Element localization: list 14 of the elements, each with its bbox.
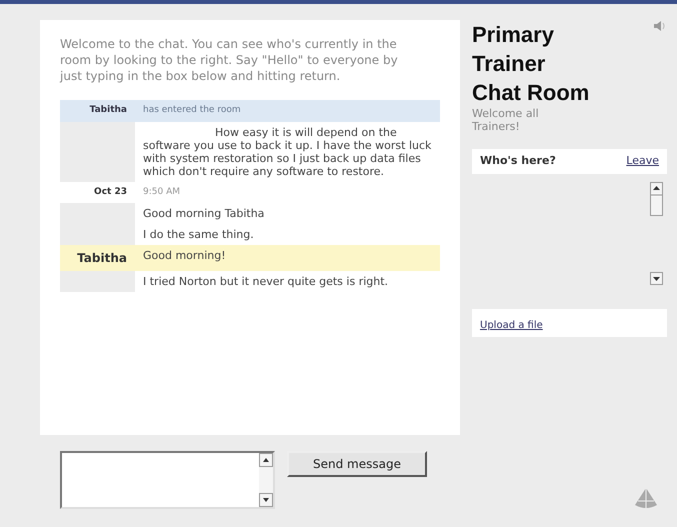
send-button[interactable]: Send message	[287, 451, 427, 477]
message-cell: has entered the room	[135, 100, 440, 122]
upload-link[interactable]: Upload a file	[480, 320, 543, 330]
sender-cell: Tabitha	[60, 245, 135, 271]
who-heading: Who's here?	[480, 153, 556, 169]
leave-link[interactable]: Leave	[626, 153, 659, 170]
message-input[interactable]	[60, 451, 275, 509]
room-subtitle: Welcome all Trainers!	[472, 107, 540, 133]
message-cell: Good morning!	[135, 245, 440, 271]
scrollbar[interactable]	[259, 453, 273, 507]
welcome-text: Welcome to the chat. You can see who's currently in the room by looking to the right. Say "Hello" to everyone by just typing in the box below and hitting return.	[60, 36, 399, 84]
pyramid-icon	[633, 487, 659, 509]
sender-cell: Tabitha	[60, 100, 135, 122]
room-title: Primary Trainer Chat Room	[472, 21, 590, 107]
